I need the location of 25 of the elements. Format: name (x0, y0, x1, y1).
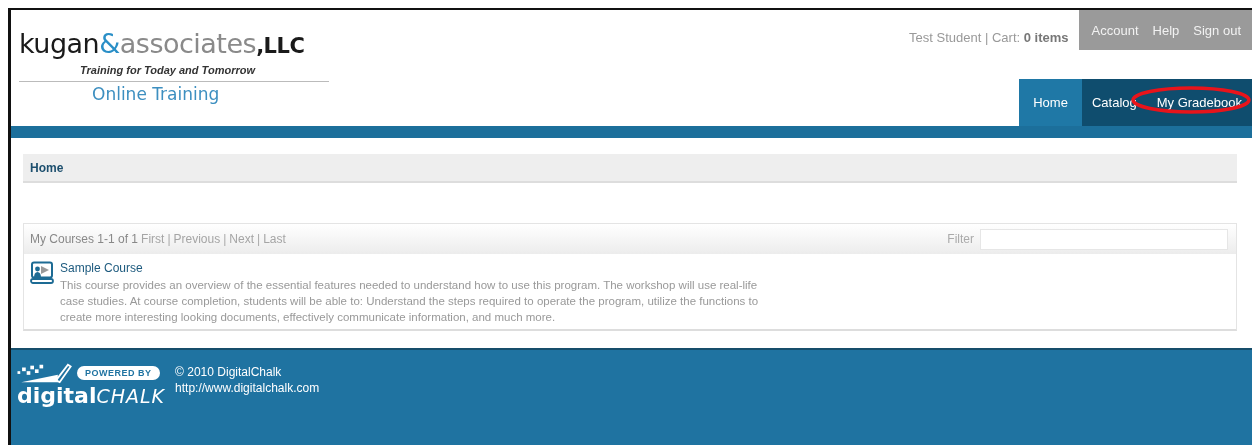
account-link[interactable]: Help (1145, 22, 1187, 38)
nav-tab[interactable]: My Gradebook (1146, 79, 1252, 126)
nav-tab[interactable]: Catalog (1081, 79, 1147, 126)
site-subtitle: Online Training (19, 81, 329, 104)
course-presentation-icon (30, 261, 54, 285)
pixel-pencil-icon (17, 362, 73, 384)
user-cart-info: Test Student | Cart: 0 items (909, 29, 1070, 45)
nav-tab[interactable]: Home (1019, 79, 1082, 126)
pager-separator: | (257, 232, 261, 246)
filter-label: Filter (947, 232, 974, 246)
course-description: This course provides an overview of the essential features needed to understand how to use this program. The workshop will use real-life case studies. At course completion, students will be able to: Understand the steps required to operate the program, utilize the functions to create more interesting looking documents, effectively communicate information, and much more. (60, 278, 760, 325)
pager-separator: | (223, 232, 227, 246)
filter-field[interactable] (980, 228, 1228, 250)
logo-tagline: Training for Today and Tomorrow (80, 64, 255, 76)
powered-by-badge: POWERED BY (77, 366, 160, 380)
breadcrumb-link[interactable]: Home (30, 160, 64, 175)
copyright-text: © 2010 DigitalChalk (175, 364, 283, 380)
digitalchalk-logo: digitalCHALK (17, 384, 166, 408)
footer-link[interactable]: http://www.digitalchalk.com (175, 380, 320, 396)
company-logo: kugan&associates,LLC (19, 30, 306, 60)
account-link[interactable]: Account (1084, 22, 1146, 38)
courses-count: My Courses 1-1 of 1 (30, 232, 139, 246)
pager-separator: | (167, 232, 171, 246)
account-link[interactable]: Sign out (1186, 22, 1248, 38)
course-title-link[interactable]: Sample Course (60, 261, 760, 275)
